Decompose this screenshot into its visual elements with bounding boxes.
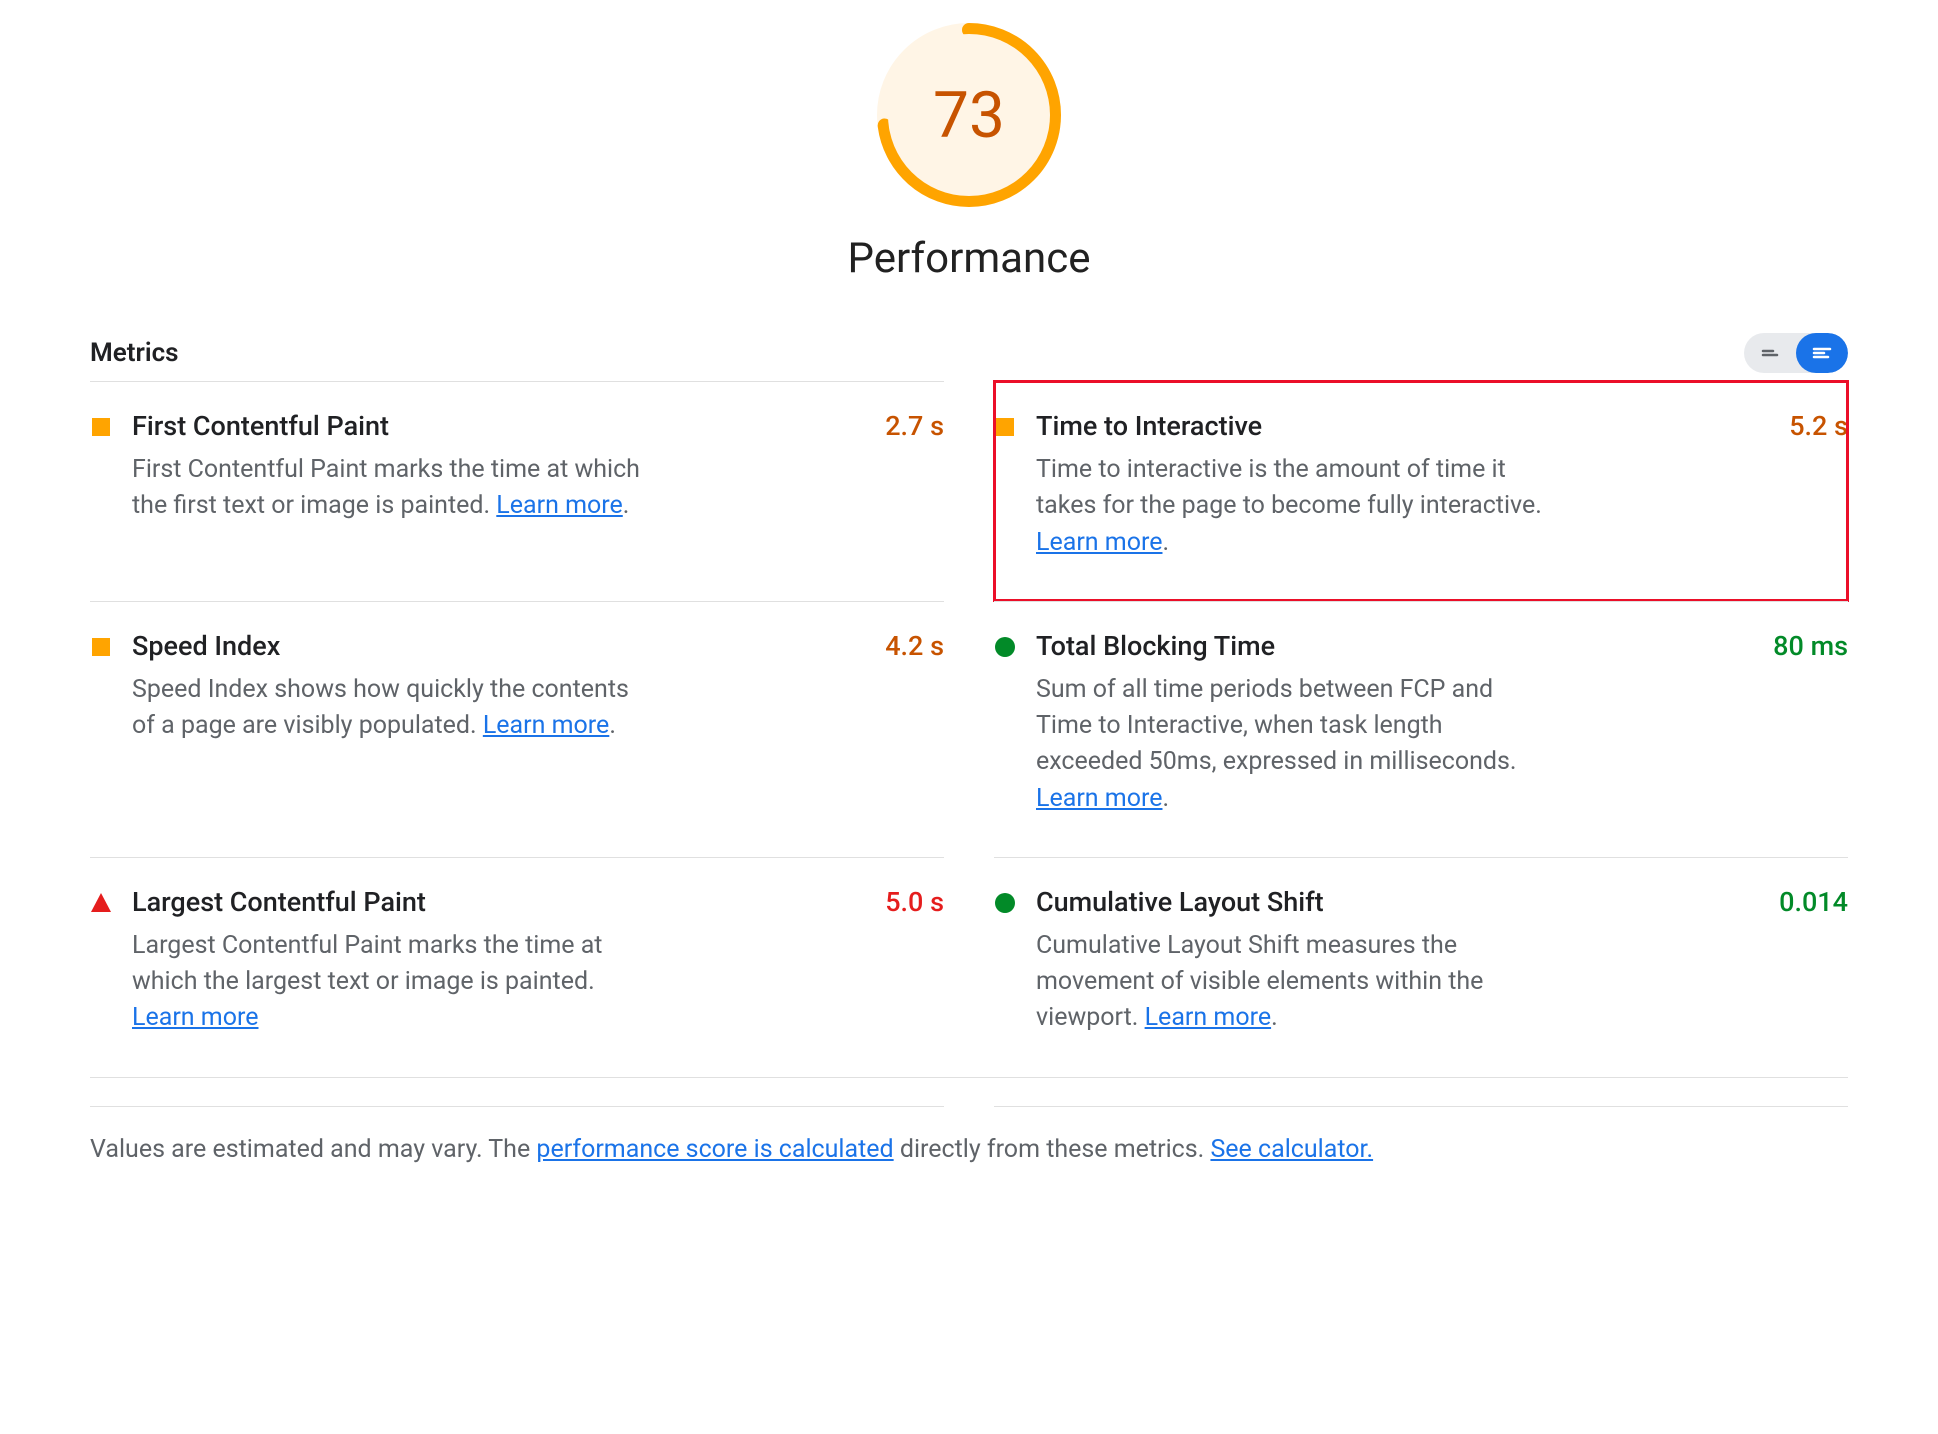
circle-pass-icon	[994, 892, 1016, 914]
gauge-score: 73	[874, 20, 1064, 210]
learn-more-link[interactable]: Learn more	[1036, 784, 1162, 813]
metric-name: Total Blocking Time	[1036, 630, 1275, 662]
metric-value: 2.7 s	[885, 410, 944, 442]
metric-value: 0.014	[1779, 886, 1848, 918]
metric-lcp: Largest Contentful Paint 5.0 s Largest Con…	[90, 857, 944, 1077]
metric-description: Largest Contentful Paint marks the time …	[132, 928, 642, 1037]
performance-gauge: 73 Performance	[90, 20, 1848, 283]
square-average-icon	[90, 416, 112, 438]
metric-value: 80 ms	[1773, 630, 1848, 662]
metric-si: Speed Index 4.2 s Speed Index shows how qu…	[90, 601, 944, 857]
collapse-icon	[1758, 341, 1782, 365]
learn-more-link[interactable]: Learn more	[496, 491, 622, 520]
metric-description: First Contentful Paint marks the time at…	[132, 452, 642, 525]
metric-value: 4.2 s	[885, 630, 944, 662]
metric-value: 5.2 s	[1789, 410, 1848, 442]
metric-cls: Cumulative Layout Shift 0.014 Cumulative L…	[994, 857, 1848, 1077]
metrics-heading: Metrics	[90, 338, 179, 368]
triangle-fail-icon	[90, 892, 112, 914]
metric-description: Sum of all time periods between FCP and …	[1036, 672, 1546, 817]
view-collapse-button[interactable]	[1744, 333, 1796, 373]
square-average-icon	[90, 636, 112, 658]
metric-fcp: First Contentful Paint 2.7 s First Content…	[90, 381, 944, 601]
metric-tbt: Total Blocking Time 80 ms Sum of all time …	[994, 601, 1848, 857]
metric-name: Largest Contentful Paint	[132, 886, 426, 918]
calc-link[interactable]: performance score is calculated	[536, 1135, 893, 1164]
footer-note: Values are estimated and may vary. The p…	[90, 1107, 1848, 1164]
see-calculator-link[interactable]: See calculator.	[1210, 1135, 1373, 1164]
metric-description: Speed Index shows how quickly the conten…	[132, 672, 642, 745]
metric-description: Cumulative Layout Shift measures the mov…	[1036, 928, 1546, 1037]
learn-more-link[interactable]: Learn more	[1145, 1003, 1271, 1032]
circle-pass-icon	[994, 636, 1016, 658]
metric-name: Speed Index	[132, 630, 280, 662]
square-average-icon	[994, 416, 1016, 438]
learn-more-link[interactable]: Learn more	[483, 711, 609, 740]
learn-more-link[interactable]: Learn more	[1036, 528, 1162, 557]
learn-more-link[interactable]: Learn more	[132, 1003, 258, 1032]
metric-name: Time to Interactive	[1036, 410, 1262, 442]
metric-tti: Time to Interactive 5.2 s Time to interact…	[994, 381, 1848, 601]
view-toggle	[1744, 333, 1848, 373]
metric-value: 5.0 s	[885, 886, 944, 918]
gauge-title: Performance	[848, 234, 1091, 283]
expand-icon	[1810, 341, 1834, 365]
metric-name: Cumulative Layout Shift	[1036, 886, 1324, 918]
metric-name: First Contentful Paint	[132, 410, 389, 442]
view-expand-button[interactable]	[1796, 333, 1848, 373]
metric-description: Time to interactive is the amount of tim…	[1036, 452, 1546, 561]
